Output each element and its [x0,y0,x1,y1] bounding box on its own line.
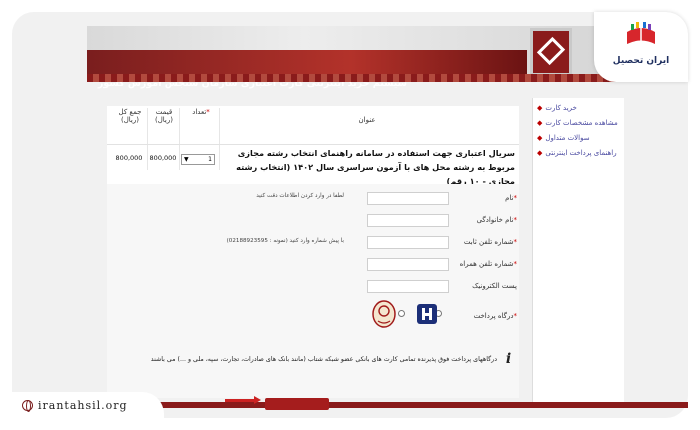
row-divider [107,144,519,145]
column-divider [179,108,180,170]
family-field[interactable] [367,214,449,227]
sanjesh-logo-icon [530,28,572,76]
sidebar-item-label: سوالات متداول [545,133,590,142]
header-title-bar: سیستم خرید اینترنتی کارت اعتباری سازمان … [87,50,527,89]
quantity-select[interactable]: ▼ 1 [181,154,215,165]
col-total-header: جمع کل (ریال) [118,108,142,124]
phone-hint: با پیش شماره وارد کنید (نمونه : 02188923… [226,238,344,244]
book-logo-icon [627,22,655,44]
mobile-field[interactable] [367,258,449,271]
globe-icon [22,399,33,412]
price-value: 800,000 [149,154,177,162]
arrow-right-icon [225,396,261,404]
quantity-value: 1 [208,156,212,163]
bullet-icon: ◆ [537,148,543,157]
bullet-icon: ◆ [537,103,543,112]
screenshot-frame: سیستم خرید اینترنتی کارت اعتباری سازمان … [12,12,688,418]
tel-field[interactable] [367,236,449,249]
form-hint: لطفا در وارد کردن اطلاعات دقت کنید [256,193,344,199]
site-watermark: irantahsil.org [12,392,164,418]
sidebar-item-faq[interactable]: ◆ سوالات متداول [533,130,624,145]
purchase-panel: جمع کل (ریال) قیمت (ریال) *تعداد عنوان 8… [107,106,519,398]
brand-badge: ایران تحصیل [594,12,688,82]
product-title: سریال اعتباری جهت استفاده در سامانه راهن… [236,148,515,186]
col-title-header: عنوان [358,116,376,124]
buyer-form: لطفا در وارد کردن اطلاعات دقت کنید *نام … [107,184,519,398]
gateway-label: *درگاه پرداخت [473,312,517,320]
bank-saderat-logo-icon [417,304,437,324]
gateway-radio-melli[interactable] [398,310,405,317]
info-icon: i [505,351,512,367]
sidebar-item-view-card[interactable]: ◆ مشاهده مشخصات کارت [533,115,624,130]
sidebar-menu: ◆ خرید کارت ◆ مشاهده مشخصات کارت ◆ سوالا… [532,98,624,408]
col-price-header: قیمت (ریال) [154,108,173,124]
sidebar-item-payment-guide[interactable]: ◆ راهنمای پرداخت اینترنتی [533,145,624,160]
bullet-icon: ◆ [537,133,543,142]
gateway-note: درگاههای پرداخت فوق پذیرنده تمامی کارت ه… [150,356,497,363]
email-label: پست الکترونیک [472,282,517,290]
total-value: 800,000 [115,154,143,162]
sidebar-item-buy-card[interactable]: ◆ خرید کارت [533,100,624,115]
sidebar-item-label: مشاهده مشخصات کارت [545,118,618,127]
pay-button[interactable] [265,398,329,410]
col-count-header: *تعداد [192,108,210,116]
sidebar-item-label: خرید کارت [545,103,577,112]
email-field[interactable] [367,280,449,293]
chevron-down-icon: ▼ [184,156,189,163]
sidebar-item-label: راهنمای پرداخت اینترنتی [545,148,617,157]
name-field[interactable] [367,192,449,205]
brand-name: ایران تحصیل [612,56,670,66]
name-label: *نام [505,194,517,202]
mobile-label: *شماره تلفن همراه [459,260,517,268]
footer-stripe [150,402,688,408]
site-url: irantahsil.org [38,398,128,412]
header-ornament-stripe [87,74,632,82]
bullet-icon: ◆ [537,118,543,127]
bank-melli-logo-icon [372,300,396,328]
tel-label: *شماره تلفن ثابت [463,238,517,246]
family-label: *نام خانوادگی [476,216,517,224]
column-divider [219,108,220,170]
